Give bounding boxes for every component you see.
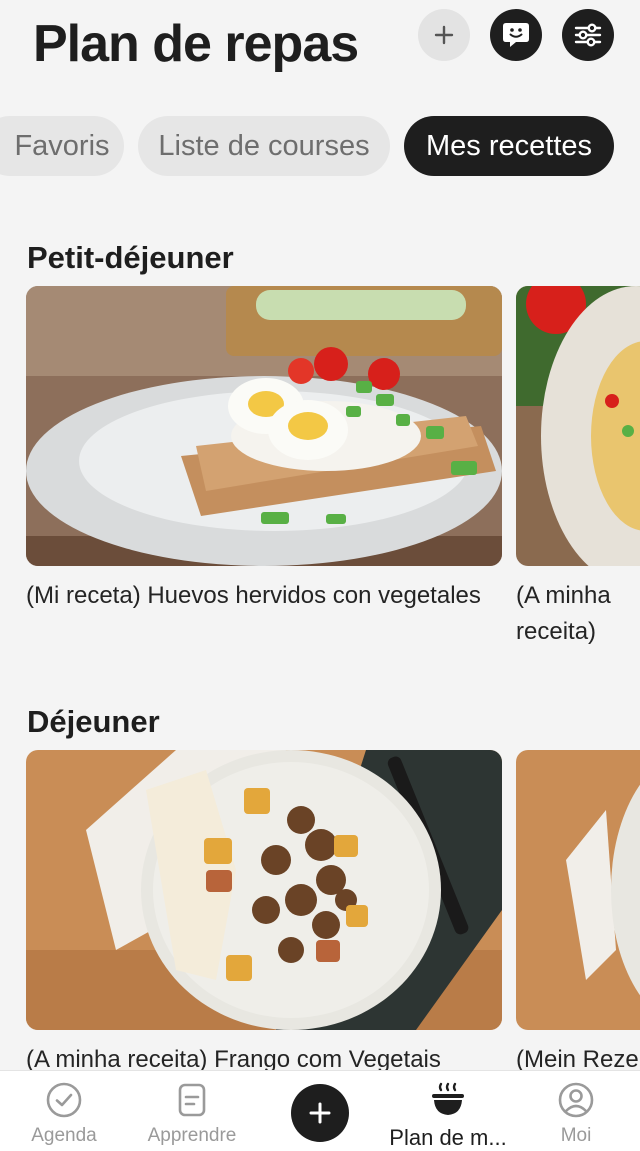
recipe-image-omelette[interactable]	[516, 286, 640, 566]
recipe-title[interactable]: (A minha receita) Frango com Vegetais	[26, 1042, 502, 1072]
header: Plan de repas	[0, 0, 640, 100]
recipe-title[interactable]: (Mein Rezept)	[516, 1042, 640, 1072]
nav-item-moi[interactable]: Moi	[512, 1081, 640, 1147]
recipe-image-eggs[interactable]	[26, 286, 502, 566]
tab-favoris[interactable]: Favoris	[0, 116, 124, 176]
recipe-photo	[26, 286, 502, 566]
nav-label: Moi	[560, 1125, 592, 1146]
tab-mes-recettes[interactable]: Mes recettes	[404, 116, 614, 176]
page-title: Plan de repas	[33, 15, 359, 73]
recipe-title[interactable]: (Mi receta) Huevos hervidos con vegetale…	[26, 578, 502, 614]
section-title-breakfast: Petit-déjeuner	[27, 240, 234, 275]
recipe-image-chicken[interactable]	[26, 750, 502, 1030]
nav-label: Agenda	[31, 1125, 97, 1146]
nav-label: Plan de m...	[389, 1125, 507, 1150]
recipe-photo	[26, 750, 502, 1030]
check-circle-icon	[46, 1082, 82, 1118]
nav-item-agenda[interactable]: Agenda	[0, 1081, 128, 1147]
add-entry-button[interactable]	[291, 1084, 349, 1142]
tab-liste-de-courses[interactable]: Liste de courses	[138, 116, 390, 176]
plus-icon	[309, 1102, 331, 1124]
bowl-icon	[432, 1082, 464, 1115]
document-icon	[178, 1083, 206, 1117]
section-title-lunch: Déjeuner	[27, 704, 160, 739]
filter-tabs: Favoris Liste de courses Mes recettes	[0, 116, 640, 176]
add-button[interactable]	[418, 9, 470, 61]
filter-button[interactable]	[562, 9, 614, 61]
nav-item-apprendre[interactable]: Apprendre	[128, 1081, 256, 1147]
chat-bubble-smile-icon	[503, 23, 529, 47]
recipe-photo	[516, 750, 640, 1030]
recipe-photo	[516, 286, 640, 566]
bottom-navigation: Agenda Apprendre Plan de m... Moi	[0, 1070, 640, 1151]
recipe-title[interactable]: (A minha receita) Omelete com cogumelos	[516, 578, 640, 650]
chat-button[interactable]	[490, 9, 542, 61]
nav-label: Apprendre	[147, 1125, 237, 1146]
sliders-icon	[574, 23, 602, 47]
user-circle-icon	[558, 1082, 594, 1118]
plus-icon	[434, 25, 454, 45]
recipe-image-partial[interactable]	[516, 750, 640, 1030]
nav-item-plan-de-repas[interactable]: Plan de m...	[384, 1081, 512, 1151]
